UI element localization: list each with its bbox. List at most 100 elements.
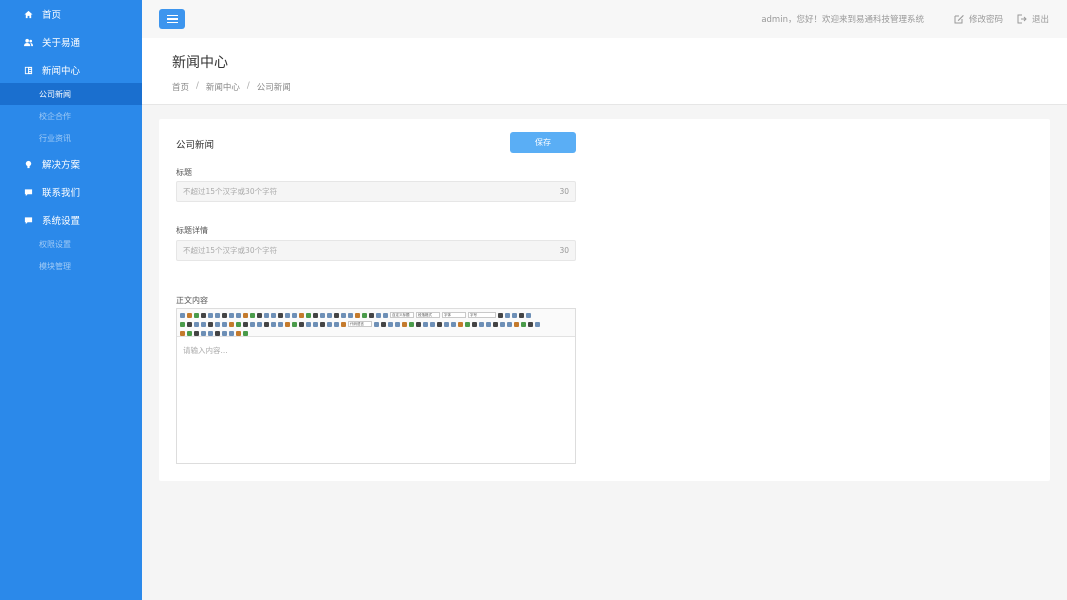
toolbar-button-icon[interactable] (521, 321, 526, 327)
toolbar-button-icon[interactable] (243, 321, 248, 327)
editor-content-area[interactable]: 请输入内容... (183, 345, 228, 356)
toolbar-button-icon[interactable] (243, 330, 248, 336)
toolbar-button-icon[interactable] (437, 321, 442, 327)
toolbar-button-icon[interactable] (180, 321, 185, 327)
sidebar-item-about[interactable]: 关于易通 (0, 32, 142, 52)
toolbar-button-icon[interactable] (395, 321, 400, 327)
logout-link[interactable]: 退出 (1017, 13, 1049, 25)
sidebar-item-home[interactable]: 首页 (0, 4, 142, 24)
toolbar-button-icon[interactable] (292, 321, 297, 327)
toolbar-button-icon[interactable] (306, 321, 311, 327)
toolbar-button-icon[interactable] (215, 312, 220, 318)
menu-toggle-button[interactable] (159, 9, 185, 29)
toolbar-button-icon[interactable] (180, 330, 185, 336)
toolbar-button-icon[interactable] (278, 321, 283, 327)
toolbar-button-icon[interactable] (222, 330, 227, 336)
toolbar-button-icon[interactable] (285, 312, 290, 318)
toolbar-button-icon[interactable] (299, 312, 304, 318)
toolbar-button-icon[interactable] (479, 321, 484, 327)
toolbar-button-icon[interactable] (187, 330, 192, 336)
change-password-link[interactable]: 修改密码 (954, 13, 1003, 25)
toolbar-button-icon[interactable] (374, 321, 379, 327)
toolbar-button-icon[interactable] (451, 321, 456, 327)
toolbar-select[interactable]: 代码语言 (348, 321, 372, 327)
sidebar-subitem-industry-news[interactable]: 行业资讯 (0, 127, 142, 149)
toolbar-button-icon[interactable] (194, 312, 199, 318)
save-button[interactable]: 保存 (510, 132, 576, 153)
sidebar-subitem-school-cooperation[interactable]: 校企合作 (0, 105, 142, 127)
sidebar-subitem-modules[interactable]: 模块管理 (0, 255, 142, 277)
toolbar-button-icon[interactable] (201, 312, 206, 318)
toolbar-button-icon[interactable] (208, 330, 213, 336)
toolbar-button-icon[interactable] (264, 312, 269, 318)
sidebar-subitem-permissions[interactable]: 权限设置 (0, 233, 142, 255)
toolbar-button-icon[interactable] (201, 330, 206, 336)
toolbar-button-icon[interactable] (355, 312, 360, 318)
toolbar-button-icon[interactable] (334, 312, 339, 318)
title-input[interactable]: 不超过15个汉字或30个字符 30 (176, 181, 576, 202)
toolbar-button-icon[interactable] (430, 321, 435, 327)
toolbar-button-icon[interactable] (409, 321, 414, 327)
sidebar-item-solutions[interactable]: 解决方案 (0, 154, 142, 174)
detail-input[interactable]: 不超过15个汉字或30个字符 30 (176, 240, 576, 261)
toolbar-button-icon[interactable] (208, 321, 213, 327)
toolbar-button-icon[interactable] (229, 321, 234, 327)
toolbar-button-icon[interactable] (493, 321, 498, 327)
toolbar-button-icon[interactable] (500, 321, 505, 327)
toolbar-button-icon[interactable] (299, 321, 304, 327)
toolbar-button-icon[interactable] (362, 312, 367, 318)
toolbar-button-icon[interactable] (201, 321, 206, 327)
sidebar-item-news[interactable]: 新闻中心 (0, 60, 142, 80)
toolbar-button-icon[interactable] (341, 312, 346, 318)
toolbar-button-icon[interactable] (535, 321, 540, 327)
toolbar-select[interactable]: 段落格式 (416, 312, 440, 318)
toolbar-button-icon[interactable] (327, 312, 332, 318)
toolbar-button-icon[interactable] (215, 330, 220, 336)
toolbar-button-icon[interactable] (472, 321, 477, 327)
toolbar-button-icon[interactable] (180, 312, 185, 318)
toolbar-button-icon[interactable] (236, 312, 241, 318)
toolbar-select[interactable]: 字体 (442, 312, 466, 318)
toolbar-button-icon[interactable] (278, 312, 283, 318)
toolbar-button-icon[interactable] (243, 312, 248, 318)
toolbar-button-icon[interactable] (528, 321, 533, 327)
toolbar-button-icon[interactable] (369, 312, 374, 318)
toolbar-button-icon[interactable] (187, 312, 192, 318)
toolbar-button-icon[interactable] (194, 330, 199, 336)
toolbar-button-icon[interactable] (465, 321, 470, 327)
toolbar-button-icon[interactable] (208, 312, 213, 318)
toolbar-button-icon[interactable] (505, 312, 510, 318)
toolbar-button-icon[interactable] (320, 312, 325, 318)
toolbar-button-icon[interactable] (341, 321, 346, 327)
toolbar-button-icon[interactable] (264, 321, 269, 327)
toolbar-button-icon[interactable] (257, 312, 262, 318)
toolbar-button-icon[interactable] (236, 330, 241, 336)
toolbar-select[interactable]: 自定义标题 (390, 312, 414, 318)
toolbar-button-icon[interactable] (313, 312, 318, 318)
toolbar-button-icon[interactable] (271, 321, 276, 327)
toolbar-button-icon[interactable] (313, 321, 318, 327)
toolbar-button-icon[interactable] (320, 321, 325, 327)
breadcrumb-item-news[interactable]: 新闻中心 (206, 81, 240, 93)
toolbar-button-icon[interactable] (285, 321, 290, 327)
toolbar-button-icon[interactable] (327, 321, 332, 327)
toolbar-select[interactable]: 字号 (468, 312, 496, 318)
toolbar-button-icon[interactable] (514, 321, 519, 327)
toolbar-button-icon[interactable] (236, 321, 241, 327)
toolbar-button-icon[interactable] (381, 321, 386, 327)
toolbar-button-icon[interactable] (512, 312, 517, 318)
toolbar-button-icon[interactable] (458, 321, 463, 327)
toolbar-button-icon[interactable] (229, 330, 234, 336)
toolbar-button-icon[interactable] (383, 312, 388, 318)
sidebar-item-settings[interactable]: 系统设置 (0, 210, 142, 230)
toolbar-button-icon[interactable] (388, 321, 393, 327)
toolbar-button-icon[interactable] (402, 321, 407, 327)
toolbar-button-icon[interactable] (507, 321, 512, 327)
toolbar-button-icon[interactable] (229, 312, 234, 318)
toolbar-button-icon[interactable] (348, 312, 353, 318)
breadcrumb-item-home[interactable]: 首页 (172, 81, 189, 93)
toolbar-button-icon[interactable] (416, 321, 421, 327)
toolbar-button-icon[interactable] (526, 312, 531, 318)
toolbar-button-icon[interactable] (292, 312, 297, 318)
toolbar-button-icon[interactable] (423, 321, 428, 327)
